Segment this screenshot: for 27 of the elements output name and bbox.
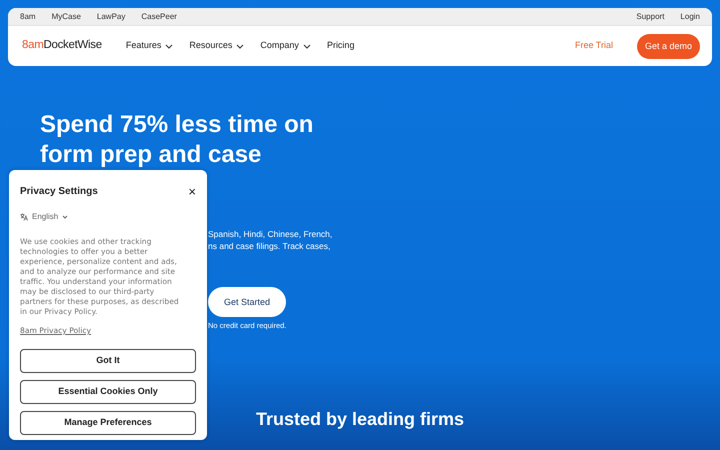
hero-heading: form prep and case (40, 140, 262, 170)
top-link[interactable]: 8am (20, 10, 36, 22)
translate-icon (20, 213, 28, 221)
nav-link[interactable]: Company (260, 39, 311, 53)
top-link[interactable]: LawPay (96, 10, 126, 22)
top-link[interactable]: Support (636, 10, 664, 22)
nav-link[interactable]: Features (126, 39, 174, 53)
chevron-down-icon (62, 215, 68, 219)
top-link[interactable]: CasePeer (141, 10, 177, 22)
consent-button[interactable]: Manage Preferences (20, 411, 196, 435)
get-started-button[interactable]: Get Started (208, 287, 286, 317)
close-button[interactable]: × (188, 185, 196, 198)
get-demo-button[interactable]: Get a demo (636, 34, 700, 58)
nav-link[interactable]: Resources (189, 39, 244, 53)
section-heading: Trusted by leading firms (256, 408, 464, 431)
free-trial-link[interactable]: Free Trial (574, 39, 613, 53)
hero-text: ns and case filings. Track cases, (208, 240, 332, 252)
hero-heading: Spend 75% less time on (40, 110, 314, 140)
hero-text: Spanish, Hindi, Chinese, French, (208, 228, 334, 240)
top-link[interactable]: MyCase (52, 10, 81, 22)
dialog-title: Privacy Settings (20, 185, 98, 199)
consent-button[interactable]: Essential Cookies Only (20, 380, 196, 404)
consent-button[interactable]: Got It (20, 349, 196, 373)
logo[interactable]: 8amDocketWise (22, 37, 102, 55)
language-selector[interactable]: English (20, 211, 68, 223)
nav-link[interactable]: Pricing (326, 39, 354, 53)
top-link[interactable]: Login (680, 10, 700, 22)
